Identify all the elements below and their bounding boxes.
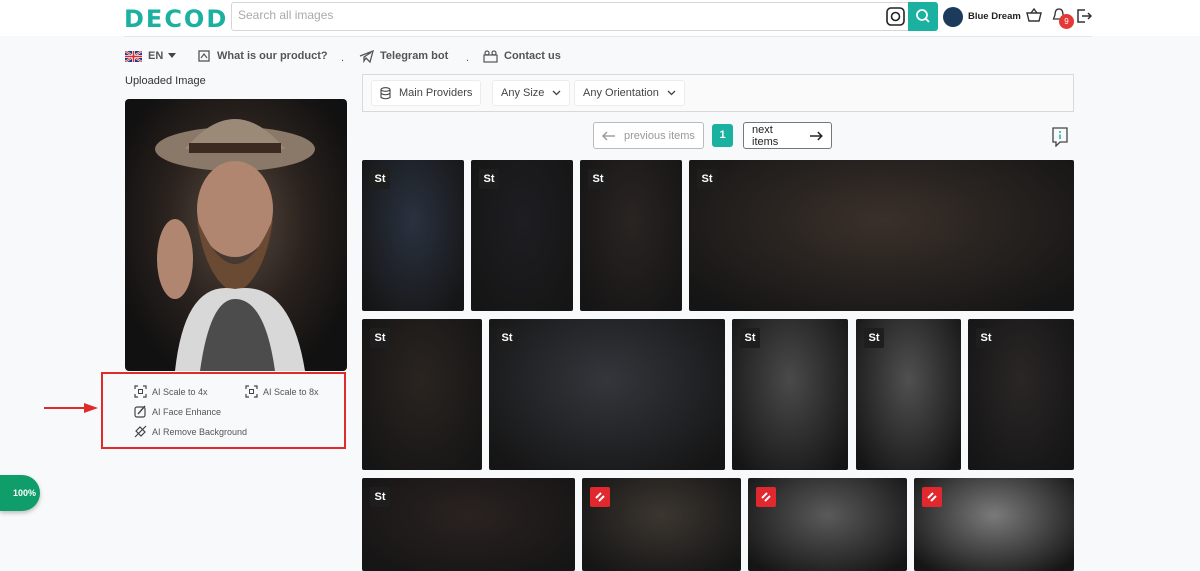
result-image[interactable] xyxy=(748,478,907,571)
provider-filter-label: Main Providers xyxy=(399,87,473,99)
ai-option-label: AI Scale to 4x xyxy=(152,386,208,397)
database-icon xyxy=(380,86,391,99)
search-input[interactable] xyxy=(238,8,878,22)
provider-tag: St xyxy=(370,169,390,189)
search-box xyxy=(231,2,938,31)
provider-tag: St xyxy=(370,487,390,507)
provider-logo-icon xyxy=(595,492,605,502)
avatar[interactable] xyxy=(943,7,963,27)
nav-link-label: Contact us xyxy=(504,50,561,62)
logout-icon[interactable] xyxy=(1076,8,1092,24)
language-selector[interactable]: EN xyxy=(125,47,177,65)
provider-tag: St xyxy=(497,328,517,348)
logo[interactable]: DECOD xyxy=(124,5,228,33)
result-image[interactable]: St xyxy=(362,160,464,311)
result-image[interactable]: St xyxy=(856,319,961,470)
search-button[interactable] xyxy=(908,2,938,31)
nav-separator: . xyxy=(341,52,345,64)
ai-remove-background-button[interactable]: AI Remove Background xyxy=(134,425,247,438)
result-image[interactable]: St xyxy=(968,319,1074,470)
arrow-right-icon xyxy=(810,131,823,140)
uk-flag-icon xyxy=(125,50,142,62)
nav-link-label: What is our product? xyxy=(217,50,328,62)
provider-filter[interactable]: Main Providers xyxy=(371,80,482,106)
chevron-down-icon xyxy=(168,53,177,58)
enhance-icon xyxy=(134,405,146,418)
previous-items-button[interactable]: previous items xyxy=(593,122,704,149)
result-image[interactable]: St xyxy=(471,160,573,311)
basket-icon[interactable] xyxy=(1026,8,1042,22)
result-image[interactable]: St xyxy=(489,319,725,470)
result-image[interactable]: St xyxy=(362,319,482,470)
nav-link-contact[interactable]: Contact us xyxy=(483,47,561,65)
product-icon xyxy=(198,50,210,62)
chevron-down-icon xyxy=(552,90,561,96)
result-image[interactable]: St xyxy=(580,160,682,311)
image-search-icon[interactable] xyxy=(885,6,906,27)
provider-tag: St xyxy=(697,169,717,189)
language-label: EN xyxy=(148,50,164,62)
remove-background-icon xyxy=(134,425,147,438)
provider-tag: St xyxy=(740,328,760,348)
nav-link-product[interactable]: What is our product? xyxy=(197,47,328,65)
size-filter-label: Any Size xyxy=(501,87,545,99)
result-image[interactable] xyxy=(914,478,1074,571)
provider-logo-icon xyxy=(927,492,937,502)
ai-scale-8x-button[interactable]: AI Scale to 8x xyxy=(245,385,319,398)
ai-face-enhance-button[interactable]: AI Face Enhance xyxy=(134,405,221,418)
provider-tag xyxy=(756,487,776,507)
info-icon[interactable] xyxy=(1051,127,1069,147)
user-name[interactable]: Blue Dream xyxy=(968,11,1021,22)
orientation-filter[interactable]: Any Orientation xyxy=(574,80,685,106)
arrow-right-icon xyxy=(44,403,98,413)
ai-scale-4x-button[interactable]: AI Scale to 4x xyxy=(134,385,208,398)
previous-items-label: previous items xyxy=(624,129,695,142)
notification-badge: 9 xyxy=(1059,14,1074,29)
next-items-button[interactable]: next items xyxy=(743,122,832,149)
telegram-icon xyxy=(359,49,374,63)
search-icon xyxy=(916,9,930,23)
top-divider xyxy=(124,36,1092,37)
uploaded-image-label: Uploaded Image xyxy=(125,75,206,87)
contact-icon xyxy=(483,49,498,63)
scale-icon xyxy=(245,385,258,398)
nav-link-label: Telegram bot xyxy=(380,50,449,62)
result-image[interactable]: St xyxy=(732,319,848,470)
provider-tag: St xyxy=(479,169,499,189)
filter-bar: Main Providers Any Size Any Orientation xyxy=(362,74,1074,112)
top-bar: DECOD Blue Dream 9 xyxy=(0,0,1200,36)
provider-tag: St xyxy=(370,328,390,348)
nav-separator: . xyxy=(466,52,470,64)
chevron-down-icon xyxy=(667,90,676,96)
size-filter[interactable]: Any Size xyxy=(492,80,571,106)
provider-logo-icon xyxy=(761,492,771,502)
next-items-label: next items xyxy=(752,123,779,148)
orientation-filter-label: Any Orientation xyxy=(583,87,659,99)
result-image[interactable] xyxy=(582,478,741,571)
provider-tag: St xyxy=(976,328,996,348)
current-page[interactable]: 1 xyxy=(712,124,733,147)
progress-badge[interactable]: 100% xyxy=(0,475,40,511)
result-image[interactable]: St xyxy=(689,160,1074,311)
provider-tag xyxy=(922,487,942,507)
uploaded-image xyxy=(125,99,347,371)
arrow-left-icon xyxy=(602,131,615,140)
ai-option-label: AI Remove Background xyxy=(152,426,248,437)
scale-icon xyxy=(134,385,147,398)
provider-tag xyxy=(590,487,610,507)
nav-link-telegram[interactable]: Telegram bot xyxy=(359,47,448,65)
ai-option-label: AI Face Enhance xyxy=(152,406,222,417)
provider-tag: St xyxy=(864,328,884,348)
ai-option-label: AI Scale to 8x xyxy=(263,386,319,397)
result-image[interactable]: St xyxy=(362,478,575,571)
provider-tag: St xyxy=(588,169,608,189)
